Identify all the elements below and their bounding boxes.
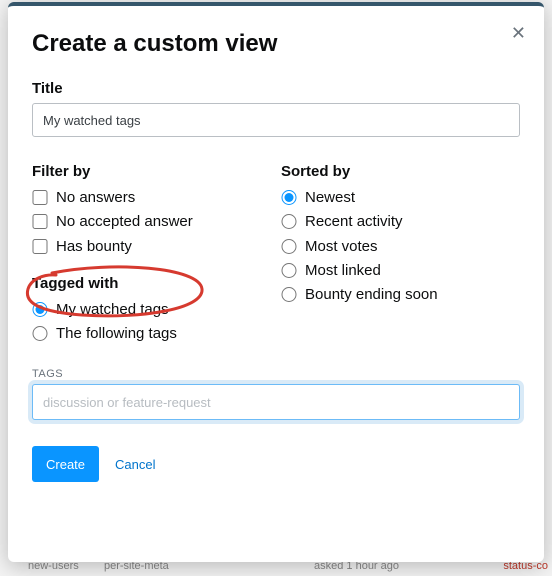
modal-heading: Create a custom view <box>32 30 520 58</box>
filter-no-answers-checkbox[interactable] <box>32 190 48 205</box>
create-custom-view-modal: ✕ Create a custom view Title Filter by N… <box>8 2 544 562</box>
sort-heading: Sorted by <box>281 163 520 180</box>
tagged-option-label[interactable]: My watched tags <box>56 300 169 320</box>
title-input[interactable] <box>32 103 520 137</box>
close-icon: ✕ <box>511 23 526 43</box>
filter-option-label[interactable]: Has bounty <box>56 237 132 257</box>
close-button[interactable]: ✕ <box>507 20 530 46</box>
tagged-my-watched-radio[interactable] <box>32 302 48 317</box>
filter-no-accepted-answer-checkbox[interactable] <box>32 214 48 229</box>
sort-most-linked-radio[interactable] <box>281 263 297 278</box>
tagged-with-section: Tagged with My watched tags The followin… <box>32 275 271 345</box>
modal-actions: Create Cancel <box>32 446 520 482</box>
sort-most-votes-radio[interactable] <box>281 239 297 254</box>
tagged-option-label[interactable]: The following tags <box>56 324 177 344</box>
sort-option-label[interactable]: Newest <box>305 188 355 208</box>
tags-label: TAGS <box>32 368 520 380</box>
filter-option-label[interactable]: No accepted answer <box>56 212 193 232</box>
sort-bounty-ending-radio[interactable] <box>281 287 297 302</box>
sort-option-label[interactable]: Most votes <box>305 237 378 257</box>
tagged-heading: Tagged with <box>32 275 271 292</box>
sort-option-label[interactable]: Most linked <box>305 261 381 281</box>
tagged-following-radio[interactable] <box>32 326 48 341</box>
sort-option-label[interactable]: Bounty ending soon <box>305 285 438 305</box>
filter-heading: Filter by <box>32 163 271 180</box>
sort-recent-activity-radio[interactable] <box>281 214 297 229</box>
sort-option-label[interactable]: Recent activity <box>305 212 403 232</box>
sort-column: Sorted by Newest Recent activity Most vo… <box>281 163 520 348</box>
create-button[interactable]: Create <box>32 446 99 482</box>
filter-option-label[interactable]: No answers <box>56 188 135 208</box>
sort-newest-radio[interactable] <box>281 190 297 205</box>
tags-input[interactable] <box>32 384 520 420</box>
filter-column: Filter by No answers No accepted answer … <box>32 163 271 348</box>
cancel-button[interactable]: Cancel <box>113 453 157 476</box>
title-label: Title <box>32 80 520 97</box>
filter-has-bounty-checkbox[interactable] <box>32 239 48 254</box>
